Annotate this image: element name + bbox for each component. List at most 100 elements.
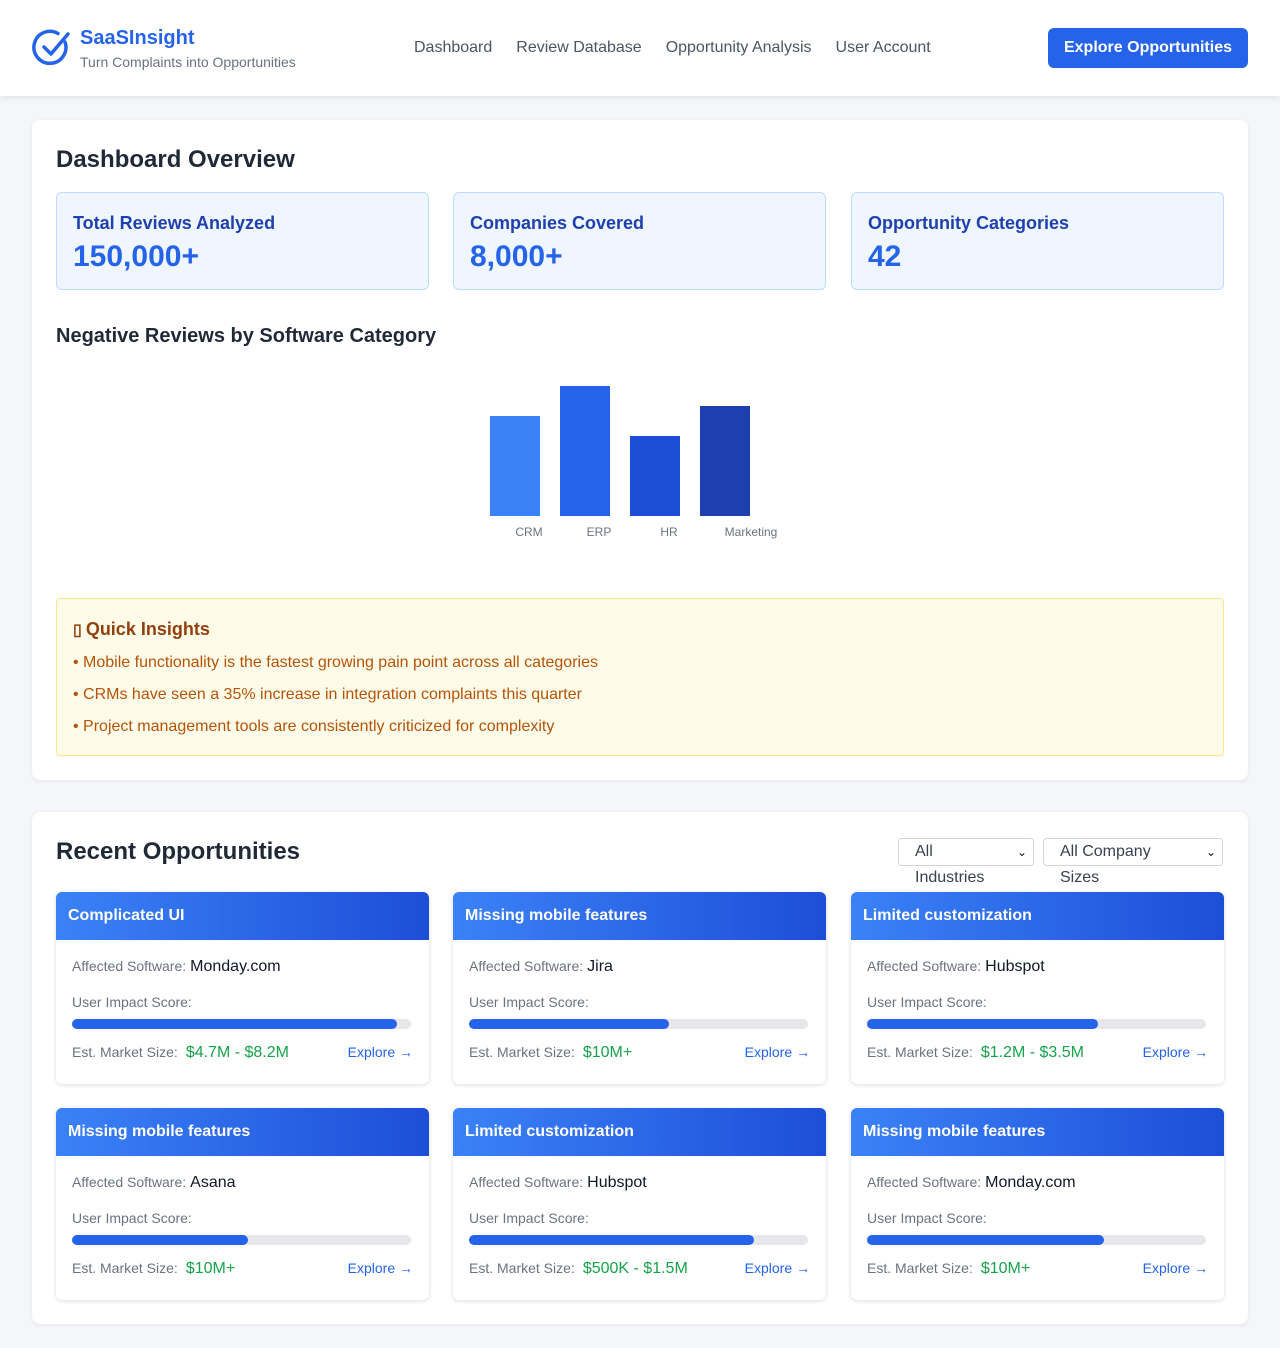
stat-value: 150,000+: [73, 240, 199, 273]
bar-erp: [560, 386, 610, 516]
insight-item: • Mobile functionality is the fastest gr…: [73, 654, 598, 671]
bar-crm: [490, 416, 540, 516]
impact-score-bar: [867, 1235, 1206, 1245]
affected-software-row: Affected Software: Monday.com: [72, 958, 413, 976]
opportunity-title: Complicated UI: [56, 892, 429, 940]
affected-software-value: Hubspot: [985, 958, 1045, 975]
affected-software-row: Affected Software: Asana: [72, 1174, 413, 1192]
opportunity-body: Affected Software: Asana User Impact Score…: [56, 1156, 429, 1300]
brand-tagline: Turn Complaints into Opportunities: [80, 54, 296, 70]
impact-score-label: User Impact Score:: [867, 994, 987, 1010]
nav-dashboard[interactable]: Dashboard: [414, 38, 492, 58]
impact-score-fill: [72, 1235, 249, 1245]
market-size-value: $10M+: [185, 1260, 236, 1277]
affected-software-value: Asana: [190, 1174, 236, 1191]
stat-card: Companies Covered 8,000+: [453, 192, 826, 290]
opportunity-body: Affected Software: Jira User Impact Score:…: [453, 940, 826, 1084]
market-size-row: Est. Market Size: $10M+ Explore →: [867, 1260, 1208, 1278]
market-size-label: Est. Market Size:: [72, 1044, 178, 1060]
market-size-row: Est. Market Size: $10M+ Explore →: [72, 1260, 413, 1278]
bar-marketing: [700, 406, 750, 516]
opportunity-card[interactable]: Missing mobile features Affected Software…: [56, 1108, 429, 1300]
opportunity-title: Missing mobile features: [851, 1108, 1224, 1156]
market-size-label: Est. Market Size:: [469, 1044, 575, 1060]
explore-link[interactable]: Explore →: [348, 1260, 413, 1276]
impact-score-fill: [469, 1019, 669, 1029]
affected-software-value: Monday.com: [985, 1174, 1076, 1191]
x-tick-label: Marketing: [725, 525, 778, 539]
market-size-value: $1.2M - $3.5M: [980, 1044, 1084, 1061]
affected-software-row: Affected Software: Jira: [469, 958, 810, 976]
affected-software-label: Affected Software:: [469, 1174, 584, 1190]
impact-score-label: User Impact Score:: [469, 994, 589, 1010]
market-size-value: $10M+: [582, 1044, 633, 1061]
company-size-select-value: All Company Sizes: [1060, 843, 1151, 886]
chevron-down-icon: ⌄: [1205, 845, 1216, 859]
market-size-label: Est. Market Size:: [867, 1044, 973, 1060]
opportunity-title: Limited customization: [453, 1108, 826, 1156]
opportunity-card[interactable]: Limited customization Affected Software: H…: [851, 892, 1224, 1084]
company-size-select[interactable]: All Company Sizes ⌄: [1043, 838, 1223, 886]
overview-title: Dashboard Overview: [56, 146, 295, 173]
impact-score-label: User Impact Score:: [867, 1210, 987, 1226]
impact-score-fill: [867, 1235, 1105, 1245]
affected-software-label: Affected Software:: [867, 958, 982, 974]
industry-select-value: All Industries: [915, 843, 985, 886]
affected-software-label: Affected Software:: [72, 958, 187, 974]
insights-title-text: Quick Insights: [85, 619, 210, 639]
x-tick-label: ERP: [587, 525, 612, 539]
affected-software-row: Affected Software: Hubspot: [469, 1174, 810, 1192]
impact-score-label: User Impact Score:: [72, 994, 192, 1010]
explore-link[interactable]: Explore →: [1143, 1260, 1208, 1276]
recent-opportunities-panel: Recent Opportunities All Industries ⌄ Al…: [32, 812, 1248, 1324]
opportunity-card[interactable]: Limited customization Affected Software: H…: [453, 1108, 826, 1300]
explore-opportunities-button[interactable]: Explore Opportunities: [1048, 28, 1248, 68]
opportunity-body: Affected Software: Monday.com User Impact …: [56, 940, 429, 1084]
stat-label: Opportunity Categories: [868, 213, 1070, 233]
impact-score-label: User Impact Score:: [72, 1210, 192, 1226]
stat-value: 8,000+: [470, 240, 563, 273]
explore-link[interactable]: Explore →: [348, 1044, 413, 1060]
opportunity-body: Affected Software: Hubspot User Impact Sco…: [851, 940, 1224, 1084]
market-size-row: Est. Market Size: $1.2M - $3.5M Explore →: [867, 1044, 1208, 1062]
opportunity-title: Limited customization: [851, 892, 1224, 940]
impact-score-bar: [469, 1019, 808, 1029]
stat-value: 42: [868, 240, 902, 273]
bar-hr: [630, 436, 680, 516]
impact-score-bar: [469, 1235, 808, 1245]
stat-label: Companies Covered: [470, 213, 645, 233]
market-size-label: Est. Market Size:: [72, 1260, 178, 1276]
market-size-value: $500K - $1.5M: [582, 1260, 688, 1277]
market-size-value: $10M+: [980, 1260, 1031, 1277]
explore-link[interactable]: Explore →: [745, 1044, 810, 1060]
explore-link[interactable]: Explore →: [1143, 1044, 1208, 1060]
opportunities-title: Recent Opportunities: [56, 838, 301, 865]
impact-score-fill: [72, 1019, 398, 1029]
affected-software-row: Affected Software: Monday.com: [867, 1174, 1208, 1192]
impact-score-bar: [72, 1235, 411, 1245]
industry-select[interactable]: All Industries ⌄: [898, 838, 1034, 886]
stat-card: Opportunity Categories 42: [851, 192, 1224, 290]
chart-title: Negative Reviews by Software Category: [56, 325, 437, 347]
opportunity-card[interactable]: Complicated UI Affected Software: Monday.c…: [56, 892, 429, 1084]
market-size-row: Est. Market Size: $4.7M - $8.2M Explore →: [72, 1044, 413, 1062]
market-size-value: $4.7M - $8.2M: [185, 1044, 289, 1061]
nav-user-account[interactable]: User Account: [836, 38, 931, 58]
affected-software-value: Hubspot: [587, 1174, 647, 1191]
nav-review-database[interactable]: Review Database: [516, 38, 641, 58]
affected-software-label: Affected Software:: [469, 958, 584, 974]
market-size-row: Est. Market Size: $10M+ Explore →: [469, 1044, 810, 1062]
explore-link[interactable]: Explore →: [745, 1260, 810, 1276]
x-tick-label: CRM: [515, 525, 542, 539]
impact-score-fill: [867, 1019, 1098, 1029]
main-nav: Dashboard Review Database Opportunity An…: [414, 38, 955, 58]
affected-software-row: Affected Software: Hubspot: [867, 958, 1208, 976]
opportunity-card[interactable]: Missing mobile features Affected Software…: [851, 1108, 1224, 1300]
nav-opportunity-analysis[interactable]: Opportunity Analysis: [666, 38, 812, 58]
brand-name[interactable]: SaaSInsight: [80, 27, 194, 50]
market-size-label: Est. Market Size:: [867, 1260, 973, 1276]
impact-score-bar: [867, 1019, 1206, 1029]
opportunity-card[interactable]: Missing mobile features Affected Software…: [453, 892, 826, 1084]
opportunity-body: Affected Software: Hubspot User Impact Sco…: [453, 1156, 826, 1300]
affected-software-label: Affected Software:: [867, 1174, 982, 1190]
